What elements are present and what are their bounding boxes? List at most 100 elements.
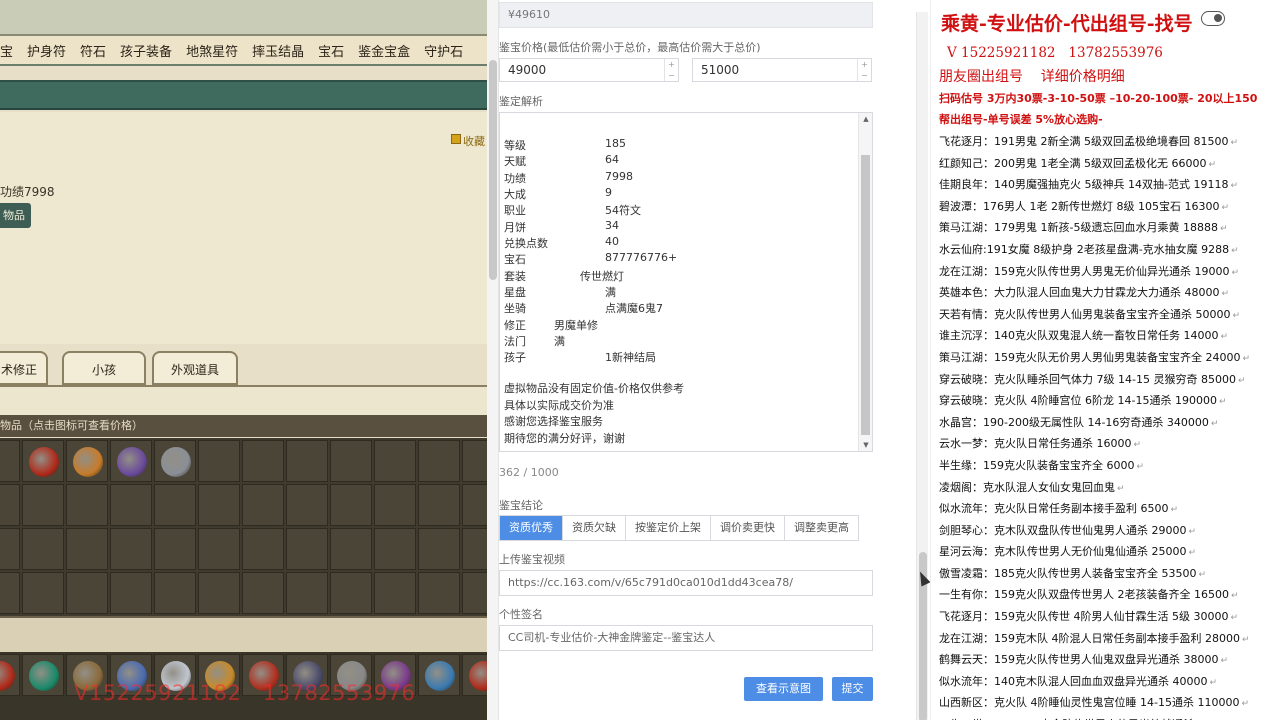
item-slot[interactable] [198, 484, 240, 526]
item-icon[interactable] [469, 661, 487, 691]
item-slot[interactable] [286, 484, 328, 526]
submit-button[interactable]: 提交 [832, 677, 873, 701]
video-url-input[interactable]: https://cc.163.com/v/65c791d0ca010d1dd43… [499, 570, 873, 596]
tab-child[interactable]: 小孩 [62, 351, 146, 385]
item-slot[interactable] [418, 528, 460, 570]
game-tab[interactable]: 摔玉结晶 [252, 41, 304, 60]
game-tab[interactable]: 宝 [0, 41, 13, 60]
conclusion-option[interactable]: 资质优秀 [500, 516, 563, 540]
item-slot[interactable] [22, 572, 64, 614]
signature-input[interactable]: CC司机-专业估价-大神金牌鉴定--鉴宝达人 [499, 625, 873, 651]
item-slot[interactable] [198, 528, 240, 570]
scroll-down-icon[interactable]: ▼ [859, 439, 872, 451]
item-slot[interactable] [462, 654, 487, 696]
conclusion-option[interactable]: 按鉴定价上架 [626, 516, 711, 540]
item-slot[interactable] [286, 440, 328, 482]
collect-icon[interactable] [451, 134, 461, 144]
item-slot[interactable] [0, 572, 20, 614]
item-slot[interactable] [22, 528, 64, 570]
item-slot[interactable] [22, 484, 64, 526]
price-min-stepper[interactable]: + − [664, 59, 678, 81]
item-slot[interactable] [330, 528, 372, 570]
toggle-icon[interactable] [1201, 11, 1225, 26]
game-tab[interactable]: 鉴金宝盒 [358, 41, 410, 60]
item-slot[interactable] [418, 484, 460, 526]
page-scrollbar[interactable] [916, 12, 928, 720]
item-slot[interactable] [0, 440, 20, 482]
conclusion-option[interactable]: 调整卖更高 [785, 516, 858, 540]
item-slot[interactable] [418, 440, 460, 482]
left-scrollbar[interactable] [487, 0, 499, 720]
item-icon[interactable] [73, 447, 103, 477]
item-slot[interactable] [110, 484, 152, 526]
item-slot[interactable] [418, 572, 460, 614]
item-slot[interactable] [462, 572, 487, 614]
item-slot[interactable] [0, 528, 20, 570]
goods-button[interactable]: 物品 [0, 203, 31, 228]
item-slot[interactable] [110, 528, 152, 570]
analysis-textarea[interactable]: 等级 185 天赋 64 功绩 7998 大成 9 职业 54符文 月饼 34 兑换点数 40 宝石 8777… [499, 112, 873, 452]
item-slot[interactable] [154, 572, 196, 614]
item-slot[interactable] [66, 572, 108, 614]
price-min-input[interactable]: 49000 + − [499, 58, 679, 82]
price-max-stepper[interactable]: + − [857, 59, 871, 81]
item-icon[interactable] [0, 661, 15, 691]
item-slot[interactable] [154, 528, 196, 570]
item-slot[interactable] [242, 528, 284, 570]
item-slot[interactable] [110, 572, 152, 614]
item-slot[interactable] [22, 440, 64, 482]
game-tab[interactable]: 宝石 [318, 41, 344, 60]
game-tab[interactable]: 守护石 [424, 41, 463, 60]
item-slot[interactable] [66, 440, 108, 482]
item-icon[interactable] [161, 447, 191, 477]
conclusion-option[interactable]: 调价卖更快 [711, 516, 785, 540]
tab-appearance[interactable]: 外观道具 [152, 351, 238, 385]
step-down-icon[interactable]: − [665, 70, 678, 81]
collect-label[interactable]: 收藏 [463, 133, 485, 149]
item-slot[interactable] [462, 528, 487, 570]
step-up-icon[interactable]: + [665, 59, 678, 70]
left-scrollbar-thumb[interactable] [489, 60, 497, 280]
item-slot[interactable] [0, 484, 20, 526]
item-slot[interactable] [330, 572, 372, 614]
game-tab[interactable]: 护身符 [27, 41, 66, 60]
item-slot[interactable] [242, 484, 284, 526]
scroll-up-icon[interactable]: ▲ [859, 113, 872, 125]
item-icon[interactable] [117, 447, 147, 477]
item-slot[interactable] [462, 440, 487, 482]
item-slot[interactable] [286, 528, 328, 570]
item-slot[interactable] [286, 572, 328, 614]
step-up-icon[interactable]: + [858, 59, 871, 70]
item-icon[interactable] [425, 661, 455, 691]
view-sample-button[interactable]: 查看示意图 [744, 677, 823, 701]
step-down-icon[interactable]: − [858, 70, 871, 81]
item-slot[interactable] [330, 440, 372, 482]
item-slot[interactable] [66, 528, 108, 570]
item-icon[interactable] [29, 447, 59, 477]
game-tab[interactable]: 地煞星符 [186, 41, 238, 60]
item-slot[interactable] [22, 654, 64, 696]
item-slot[interactable] [0, 654, 20, 696]
item-slot[interactable] [198, 440, 240, 482]
analysis-scroll-thumb[interactable] [861, 155, 870, 435]
item-slot[interactable] [110, 440, 152, 482]
item-slot[interactable] [374, 440, 416, 482]
analysis-scrollbar[interactable]: ▲ ▼ [858, 113, 872, 451]
item-slot[interactable] [66, 484, 108, 526]
item-slot[interactable] [330, 484, 372, 526]
item-icon[interactable] [29, 661, 59, 691]
item-slot[interactable] [154, 484, 196, 526]
game-tab[interactable]: 符石 [80, 41, 106, 60]
item-slot[interactable] [242, 440, 284, 482]
game-tab[interactable]: 孩子装备 [120, 41, 172, 60]
tab-modify[interactable]: 术修正 [0, 351, 48, 385]
conclusion-option[interactable]: 资质欠缺 [563, 516, 626, 540]
item-slot[interactable] [154, 440, 196, 482]
item-slot[interactable] [418, 654, 460, 696]
item-slot[interactable] [462, 484, 487, 526]
item-slot[interactable] [374, 484, 416, 526]
item-slot[interactable] [198, 572, 240, 614]
item-slot[interactable] [242, 572, 284, 614]
price-max-input[interactable]: 51000 + − [692, 58, 872, 82]
item-slot[interactable] [374, 528, 416, 570]
